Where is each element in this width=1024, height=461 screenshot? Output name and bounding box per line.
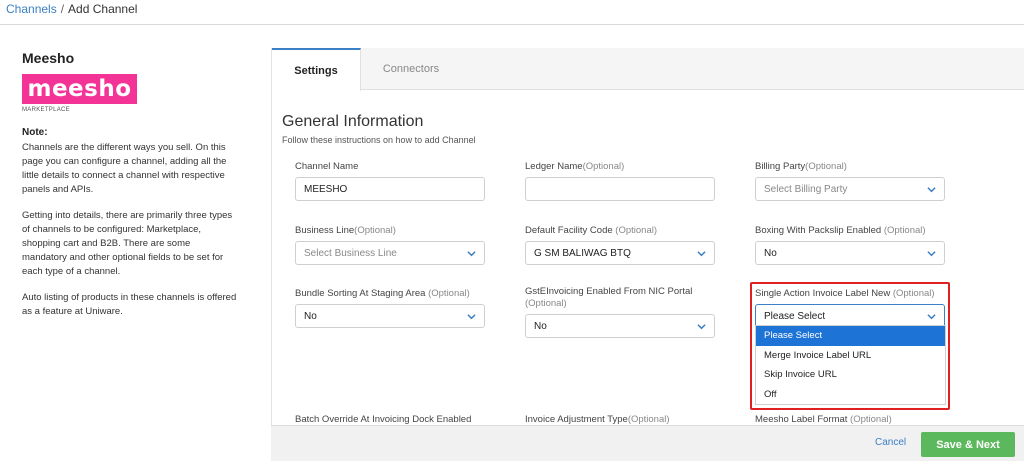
chevron-down-icon	[697, 249, 706, 258]
tab-bar: Settings Connectors	[272, 48, 1024, 91]
logo-text: meesho	[27, 76, 132, 102]
boxing-packslip-field: Boxing With Packslip Enabled (Optional) …	[755, 225, 945, 265]
breadcrumb-current: Add Channel	[68, 2, 138, 16]
business-line-label: Business Line(Optional)	[295, 225, 396, 236]
logo-subtitle: MARKETPLACE	[22, 107, 70, 113]
note-paragraph-3: Auto listing of products in these channe…	[22, 292, 237, 317]
ledger-name-field: Ledger Name(Optional)	[525, 161, 715, 201]
channel-name-input[interactable]: MEESHO	[295, 177, 485, 201]
note-paragraph-1: Channels are the different ways you sell…	[22, 142, 227, 195]
business-line-select[interactable]: Select Business Line	[295, 241, 485, 265]
gst-einvoicing-select[interactable]: No	[525, 314, 715, 338]
channel-name-label: Channel Name	[295, 161, 359, 172]
section-title: General Information	[282, 113, 424, 130]
highlight-box	[750, 282, 950, 410]
billing-party-select[interactable]: Select Billing Party	[755, 177, 945, 201]
billing-party-field: Billing Party(Optional) Select Billing P…	[755, 161, 945, 201]
save-next-button[interactable]: Save & Next	[921, 432, 1015, 457]
chevron-down-icon	[467, 312, 476, 321]
channel-info-panel: Meesho meesho MARKETPLACE Note: Channels…	[22, 50, 237, 319]
gst-einvoicing-value: No	[534, 320, 547, 332]
chevron-down-icon	[927, 185, 936, 194]
boxing-packslip-value: No	[764, 247, 777, 259]
business-line-field: Business Line(Optional) Select Business …	[295, 225, 485, 265]
footer-bar: Cancel Save & Next	[271, 425, 1024, 461]
bundle-sorting-label: Bundle Sorting At Staging Area (Optional…	[295, 288, 470, 299]
bundle-sorting-value: No	[304, 310, 317, 322]
channel-name-field: Channel Name MEESHO	[295, 161, 485, 201]
note-title: Note:	[22, 127, 48, 138]
section-subtitle: Follow these instructions on how to add …	[282, 135, 476, 145]
note-paragraph-2: Getting into details, there are primaril…	[22, 210, 233, 277]
ledger-name-input[interactable]	[525, 177, 715, 201]
default-facility-field: Default Facility Code (Optional) G SM BA…	[525, 225, 715, 265]
billing-party-placeholder: Select Billing Party	[764, 183, 848, 195]
boxing-packslip-select[interactable]: No	[755, 241, 945, 265]
gst-einvoicing-field: GstEInvoicing Enabled From NIC Portal (Op…	[525, 286, 715, 338]
channel-name-value: MEESHO	[304, 183, 348, 195]
bundle-sorting-select[interactable]: No	[295, 304, 485, 328]
tab-connectors[interactable]: Connectors	[361, 48, 461, 90]
gst-einvoicing-label: GstEInvoicing Enabled From NIC Portal (Op…	[525, 286, 693, 309]
tab-settings[interactable]: Settings	[272, 48, 361, 91]
bundle-sorting-field: Bundle Sorting At Staging Area (Optional…	[295, 288, 485, 328]
meesho-logo: meesho	[22, 74, 137, 104]
ledger-name-label: Ledger Name(Optional)	[525, 161, 625, 172]
top-bar: Channels / Add Channel	[0, 0, 1024, 25]
boxing-packslip-label: Boxing With Packslip Enabled (Optional)	[755, 225, 926, 236]
cancel-button[interactable]: Cancel	[875, 437, 906, 448]
default-facility-label: Default Facility Code (Optional)	[525, 225, 658, 236]
chevron-down-icon	[927, 249, 936, 258]
breadcrumb-separator: /	[60, 2, 65, 16]
chevron-down-icon	[467, 249, 476, 258]
breadcrumb-channels-link[interactable]: Channels	[6, 2, 57, 16]
default-facility-select[interactable]: G SM BALIWAG BTQ	[525, 241, 715, 265]
business-line-placeholder: Select Business Line	[304, 247, 397, 259]
chevron-down-icon	[697, 322, 706, 331]
default-facility-value: G SM BALIWAG BTQ	[534, 247, 631, 259]
breadcrumb: Channels / Add Channel	[6, 2, 137, 16]
billing-party-label: Billing Party(Optional)	[755, 161, 847, 172]
channel-name-heading: Meesho	[22, 50, 75, 66]
